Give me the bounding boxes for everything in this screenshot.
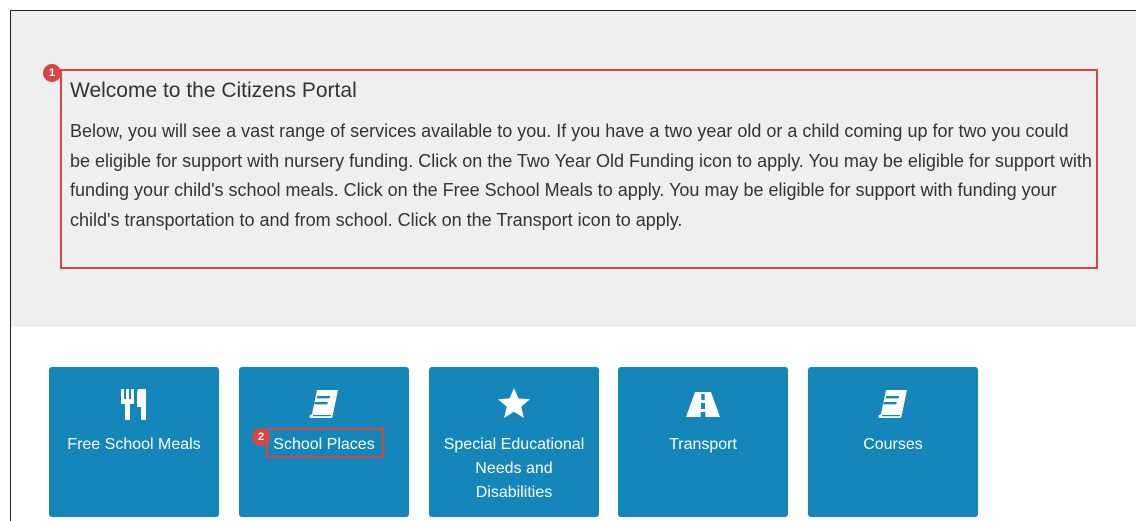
tile-special-educational-needs[interactable]: Special Educational Needs and Disabiliti… <box>429 367 599 517</box>
book-icon <box>808 387 978 421</box>
road-icon <box>618 387 788 421</box>
utensils-icon <box>49 387 219 421</box>
page-title: Welcome to the Citizens Portal <box>70 79 357 102</box>
star-icon <box>429 387 599 421</box>
tile-label: Special Educational Needs and Disabiliti… <box>443 436 585 501</box>
book-icon <box>239 387 409 421</box>
tile-courses[interactable]: Courses <box>808 367 978 517</box>
step-marker-2: 2 <box>252 428 270 446</box>
tile-free-school-meals[interactable]: Free School Meals <box>49 367 219 517</box>
welcome-description: Below, you will see a vast range of serv… <box>70 121 1092 230</box>
tile-transport[interactable]: Transport <box>618 367 788 517</box>
step-marker-1: 1 <box>43 64 61 82</box>
tile-label: Courses <box>863 436 923 453</box>
welcome-callout: Welcome to the Citizens Portal Below, yo… <box>60 69 1098 269</box>
tile-label: Transport <box>669 436 737 453</box>
tile-label: Free School Meals <box>67 436 201 453</box>
school-places-highlight <box>266 428 384 458</box>
